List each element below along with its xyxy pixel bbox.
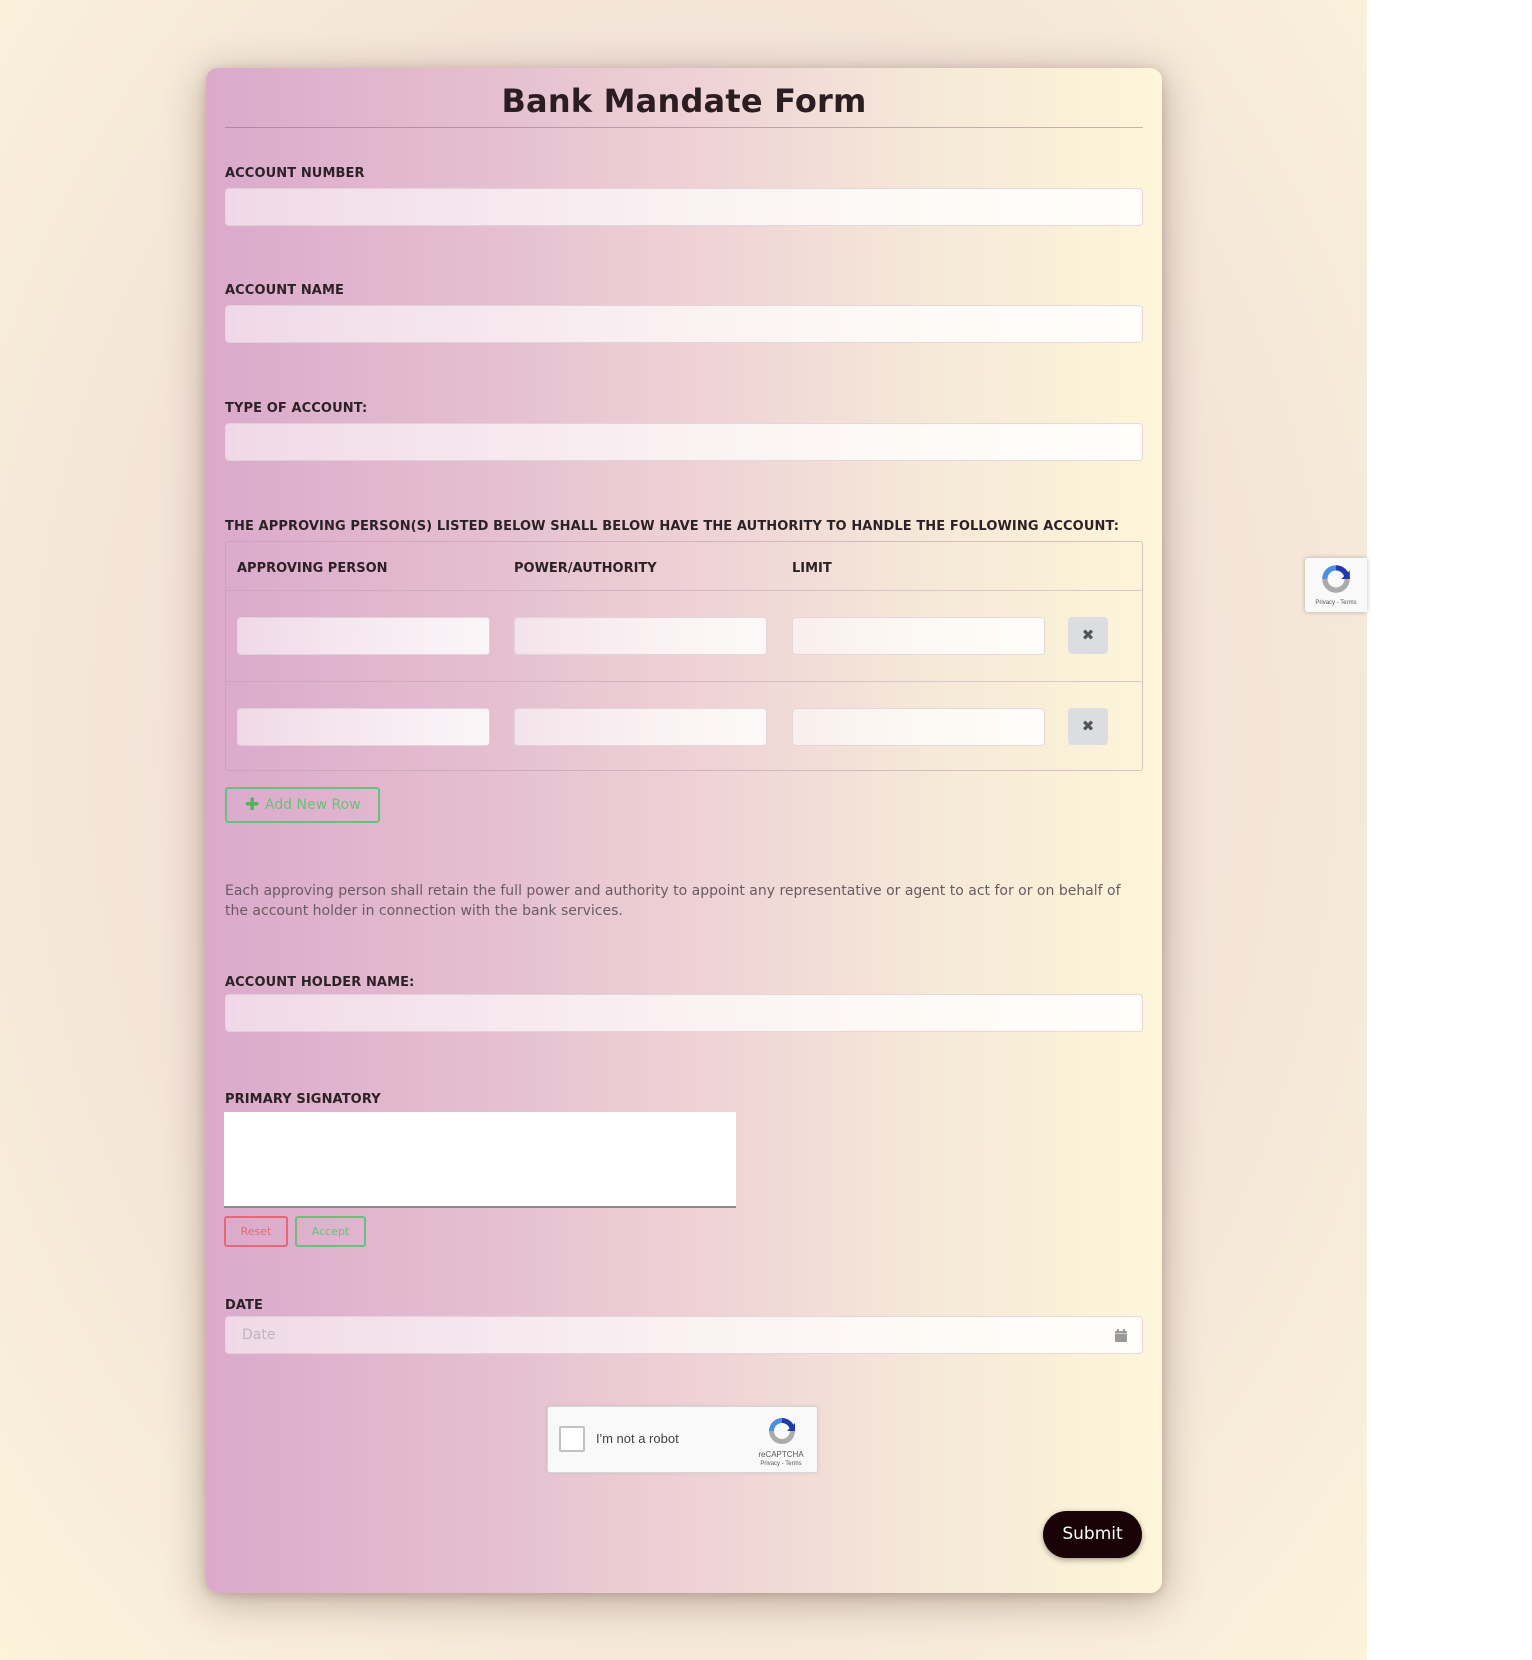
account-holder-name-label: ACCOUNT HOLDER NAME: (225, 975, 415, 990)
table-row: ✖ (226, 682, 1142, 770)
approvers-table: APPROVING PERSON POWER/AUTHORITY LIMIT ✖… (225, 541, 1143, 771)
account-number-input[interactable] (225, 188, 1143, 226)
delete-row-button[interactable]: ✖ (1068, 708, 1108, 745)
date-placeholder: Date (242, 1327, 276, 1343)
power-authority-input[interactable] (514, 617, 767, 655)
column-header-approving-person: APPROVING PERSON (237, 561, 388, 576)
recaptcha-badge-logo-icon (1322, 565, 1350, 593)
recaptcha-brand: reCAPTCHA (758, 1450, 804, 1459)
signature-reset-button[interactable]: Reset (224, 1216, 288, 1247)
calendar-icon[interactable] (1115, 1329, 1127, 1342)
title-divider (225, 127, 1143, 128)
recaptcha-label: I'm not a robot (596, 1431, 679, 1446)
plus-icon: ✚ (245, 795, 260, 815)
form-title: Bank Mandate Form (501, 82, 867, 120)
delete-row-button[interactable]: ✖ (1068, 617, 1108, 654)
recaptcha-badge-links[interactable]: Privacy - Terms (1305, 600, 1367, 606)
times-icon: ✖ (1081, 626, 1095, 644)
times-icon: ✖ (1081, 717, 1095, 735)
type-of-account-label: TYPE OF ACCOUNT: (225, 401, 368, 416)
date-label: DATE (225, 1298, 263, 1313)
approving-person-input[interactable] (237, 708, 490, 746)
recaptcha-badge[interactable]: Privacy - Terms (1305, 558, 1367, 612)
signature-accept-button[interactable]: Accept (295, 1216, 366, 1247)
add-new-row-label: Add New Row (265, 797, 361, 813)
table-row: ✖ (226, 591, 1142, 681)
column-header-power-authority: POWER/AUTHORITY (514, 561, 657, 576)
approving-person-input[interactable] (237, 617, 490, 655)
recaptcha-widget: I'm not a robot reCAPTCHA Privacy - Term… (547, 1406, 818, 1473)
primary-signatory-label: PRIMARY SIGNATORY (225, 1092, 381, 1107)
account-name-input[interactable] (225, 305, 1143, 343)
date-input[interactable]: Date (225, 1316, 1143, 1354)
column-header-limit: LIMIT (792, 561, 832, 576)
type-of-account-input[interactable] (225, 423, 1143, 461)
add-new-row-button[interactable]: ✚ Add New Row (225, 787, 380, 823)
signature-pad[interactable] (224, 1112, 736, 1208)
authority-statement: Each approving person shall retain the f… (225, 883, 1121, 919)
recaptcha-links[interactable]: Privacy - Terms (752, 1461, 810, 1467)
submit-button[interactable]: Submit (1043, 1511, 1142, 1558)
account-holder-name-input[interactable] (225, 994, 1143, 1032)
limit-input[interactable] (792, 617, 1045, 655)
approvers-label: THE APPROVING PERSON(S) LISTED BELOW SHA… (225, 519, 1120, 534)
recaptcha-checkbox[interactable] (559, 1426, 585, 1452)
limit-input[interactable] (792, 708, 1045, 746)
account-name-label: ACCOUNT NAME (225, 283, 344, 298)
recaptcha-logo-icon (769, 1418, 795, 1444)
account-number-label: ACCOUNT NUMBER (225, 166, 365, 181)
power-authority-input[interactable] (514, 708, 767, 746)
form-card: Bank Mandate Form ACCOUNT NUMBER ACCOUNT… (206, 68, 1162, 1593)
